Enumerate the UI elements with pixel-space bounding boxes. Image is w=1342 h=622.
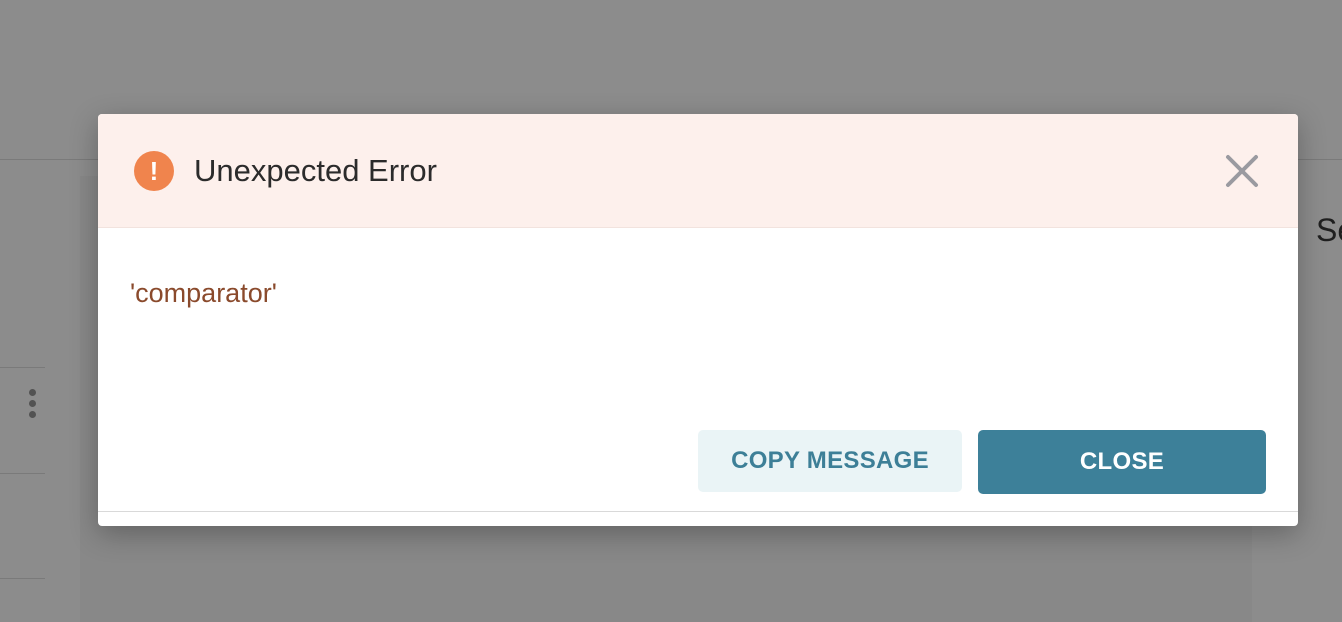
copy-message-button[interactable]: COPY MESSAGE [698,430,962,492]
background-divider [0,578,45,579]
exclamation-icon: ! [134,151,174,191]
error-message: 'comparator' [130,278,277,308]
background-right-panel-title: Se [1316,212,1342,248]
background-divider [0,367,45,368]
error-dialog: ! Unexpected Error 'comparator' COPY MES… [98,114,1298,526]
background-left-panel [0,176,80,622]
close-button[interactable]: CLOSE [978,430,1266,494]
more-options-icon [27,389,37,423]
dialog-title: Unexpected Error [194,153,437,188]
background-divider [0,473,45,474]
close-icon[interactable] [1222,151,1262,191]
dialog-header: ! Unexpected Error [98,114,1298,228]
